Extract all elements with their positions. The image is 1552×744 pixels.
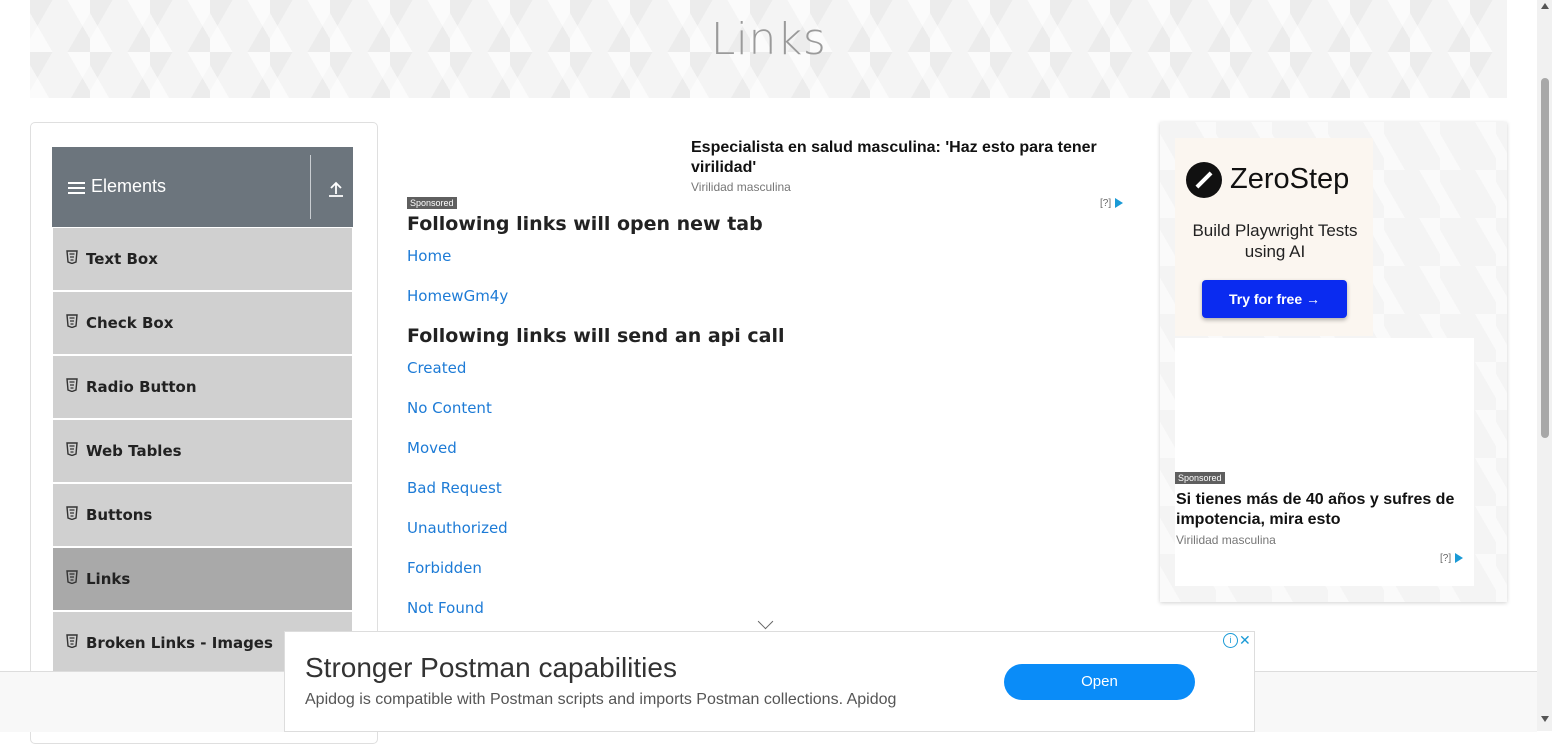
sidebar-item-label: Web Tables xyxy=(86,442,182,460)
close-icon[interactable]: ✕ xyxy=(1239,632,1251,649)
link-forbidden[interactable]: Forbidden xyxy=(407,559,482,577)
sidebar-item-web-tables[interactable]: Web Tables xyxy=(53,419,352,482)
ad-choices[interactable]: [?] xyxy=(1100,198,1124,209)
sidebar-item-label: Links xyxy=(86,570,131,588)
sidebar-item-label: Check Box xyxy=(86,314,174,332)
link-moved[interactable]: Moved xyxy=(407,439,457,457)
sidebar-item-buttons[interactable]: Buttons xyxy=(53,483,352,546)
html5-icon xyxy=(66,378,78,392)
link-created[interactable]: Created xyxy=(407,359,466,377)
link-unauthorized[interactable]: Unauthorized xyxy=(407,519,508,537)
link-home[interactable]: Home xyxy=(407,247,451,265)
open-button[interactable]: Open xyxy=(1004,664,1195,700)
sidebar-item-radio-button[interactable]: Radio Button xyxy=(53,355,352,418)
sidebar-item-label: Radio Button xyxy=(86,378,197,396)
sidebar-item-check-box[interactable]: Check Box xyxy=(53,291,352,354)
zerostep-tagline: Build Playwright Tests using AI xyxy=(1192,221,1358,261)
ad-info-label: [?] xyxy=(1100,198,1112,209)
html5-icon xyxy=(66,314,78,328)
zerostep-brand: ZeroStep xyxy=(1230,163,1350,195)
sidebar-group-label: Elements xyxy=(91,176,167,196)
scrollbar[interactable] xyxy=(1537,0,1552,731)
link-bad-request[interactable]: Bad Request xyxy=(407,479,502,497)
right-ad-source[interactable]: Virilidad masculina xyxy=(1176,533,1276,547)
adchoices-icon xyxy=(1115,198,1124,209)
bottom-ad-description[interactable]: Apidog is compatible with Postman script… xyxy=(305,691,896,709)
scroll-up-arrow-icon[interactable] xyxy=(1541,3,1549,9)
link-no-content[interactable]: No Content xyxy=(407,399,492,417)
right-ad-panel xyxy=(1175,338,1474,586)
sidebar-item-label: Broken Links - Images xyxy=(86,634,273,652)
sidebar-item-label: Buttons xyxy=(86,506,153,524)
html5-icon xyxy=(66,250,78,264)
html5-icon xyxy=(66,506,78,520)
html5-icon xyxy=(66,570,78,584)
sidebar-group-elements[interactable]: Elements xyxy=(52,147,353,227)
sidebar-item-text-box[interactable]: Text Box xyxy=(53,227,352,290)
link-not-found[interactable]: Not Found xyxy=(407,599,484,617)
sidebar-item-links[interactable]: Links xyxy=(53,547,352,610)
html5-icon xyxy=(66,442,78,456)
info-icon[interactable]: i xyxy=(1223,633,1238,648)
chevron-down-icon[interactable] xyxy=(757,613,774,630)
ad-info-label: [?] xyxy=(1440,553,1452,564)
header-divider xyxy=(310,155,311,219)
top-ad-source[interactable]: Virilidad masculina xyxy=(691,180,791,194)
api-heading: Following links will send an api call xyxy=(407,325,785,347)
scrollbar-thumb[interactable] xyxy=(1541,78,1549,438)
sponsored-badge: Sponsored xyxy=(1175,472,1225,484)
sidebar-item-label: Text Box xyxy=(86,250,158,268)
zerostep-logo-icon xyxy=(1186,162,1222,198)
collapse-arrow-icon[interactable] xyxy=(327,180,345,198)
page-banner: Links xyxy=(30,0,1507,98)
bottom-ad[interactable]: Stronger Postman capabilities Apidog is … xyxy=(284,631,1255,732)
html5-icon xyxy=(66,634,78,648)
adchoices-icon xyxy=(1455,553,1464,564)
ad-choices[interactable]: [?] xyxy=(1440,553,1464,564)
new-tab-heading: Following links will open new tab xyxy=(407,213,763,235)
scroll-down-arrow-icon[interactable] xyxy=(1541,716,1549,722)
sponsored-badge: Sponsored xyxy=(407,197,457,209)
top-ad-headline[interactable]: Especialista en salud masculina: 'Haz es… xyxy=(691,138,1131,178)
try-for-free-button[interactable]: Try for free → xyxy=(1202,280,1347,318)
page-title: Links xyxy=(710,14,827,65)
link-dynamic-home[interactable]: HomewGm4y xyxy=(407,287,508,305)
bottom-ad-headline[interactable]: Stronger Postman capabilities xyxy=(305,652,677,684)
right-ad-headline[interactable]: Si tienes más de 40 años y sufres de imp… xyxy=(1176,490,1466,530)
hamburger-icon xyxy=(68,182,85,195)
